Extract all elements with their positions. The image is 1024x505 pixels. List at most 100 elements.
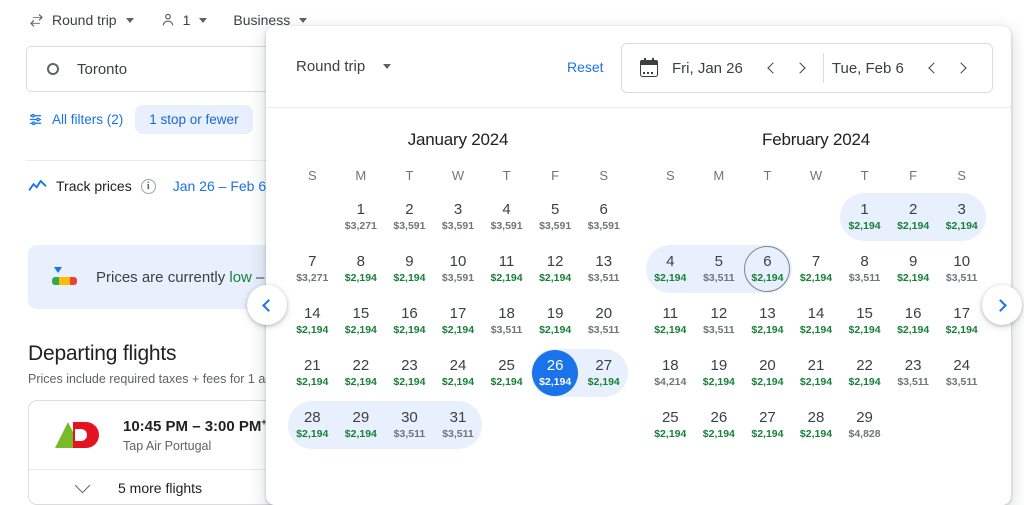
calendar-day-cell[interactable]: 11 $2,194 [482,245,531,293]
calendar-day-cell[interactable]: 3 $3,591 [434,193,483,241]
calendar-day-cell[interactable]: 29 $2,194 [336,401,386,449]
calendar-day-cell[interactable]: 5 $3,591 [531,193,580,241]
calendar-icon [640,58,658,77]
day-price: $3,511 [703,272,735,285]
calendar-day-cell[interactable]: 2 $2,194 [888,193,938,241]
calendar-day-cell[interactable]: 25 $2,194 [646,401,695,449]
all-filters-button[interactable]: All filters (2) [28,112,123,127]
next-month-button[interactable] [982,285,1022,325]
calendar-day-cell[interactable]: 19 $2,194 [531,297,580,345]
weekday-label: T [405,168,414,183]
calendar-day-cell[interactable]: 13 $2,194 [743,297,792,345]
calendar-day-cell[interactable]: 8 $2,194 [337,245,386,293]
previous-month-button[interactable] [247,285,287,325]
calendar-day-cell[interactable]: 10 $3,511 [937,245,986,293]
calendar-day-cell[interactable]: 2 $3,591 [385,193,434,241]
weekday-label: S [599,168,609,183]
calendar-day-cell[interactable]: 12 $3,511 [695,297,744,345]
reset-button[interactable]: Reset [567,59,604,75]
day-price: $2,194 [848,324,881,337]
calendar-empty-cell [937,401,986,449]
calendar-day-cell[interactable]: 20 $2,194 [743,349,792,397]
calendar-day-cell[interactable]: 27 $2,194 [579,349,628,397]
calendar-day-cell[interactable]: 21 $2,194 [288,349,337,397]
panel-trip-type-selector[interactable]: Round trip [296,58,392,75]
filter-chip-stops[interactable]: 1 stop or fewer [135,105,253,134]
calendar-day-cell[interactable]: 8 $3,511 [840,245,889,293]
calendar-day-cell[interactable]: 6 $2,194 [743,245,792,293]
calendar-day-cell[interactable]: 16 $2,194 [889,297,938,345]
calendar-day-cell[interactable]: 13 $3,511 [579,245,628,293]
day-content: 18 $3,511 [484,298,530,344]
calendar-day-cell[interactable]: 25 $2,194 [482,349,531,397]
calendar-day-cell[interactable]: 28 $2,194 [288,401,337,449]
day-content: 16 $2,194 [890,298,936,344]
calendar-day-cell[interactable]: 20 $3,511 [579,297,628,345]
calendar-day-cell[interactable]: 3 $2,194 [937,193,986,241]
calendar-day-cell[interactable]: 23 $3,511 [889,349,938,397]
weekday-label: F [551,168,560,183]
calendar-day-cell[interactable]: 15 $2,194 [337,297,386,345]
calendar-day-cell[interactable]: 29 $4,828 [840,401,889,449]
return-next-day-button[interactable] [948,53,978,83]
calendar-day-cell[interactable]: 9 $2,194 [889,245,938,293]
calendar-day-cell[interactable]: 22 $2,194 [840,349,889,397]
day-content: 8 $3,511 [842,246,888,292]
calendar-day-cell[interactable]: 11 $2,194 [646,297,695,345]
depart-date-value[interactable]: Fri, Jan 26 [672,60,743,77]
day-price: $3,591 [587,220,620,233]
calendar-day-cell[interactable]: 14 $2,194 [792,297,841,345]
calendar-day-cell[interactable]: 23 $2,194 [385,349,434,397]
depart-next-day-button[interactable] [787,53,817,83]
day-number: 13 [759,304,776,322]
calendar-day-cell[interactable]: 27 $2,194 [743,401,792,449]
trip-type-selector[interactable]: Round trip [28,12,134,29]
calendar-day-cell[interactable]: 19 $2,194 [695,349,744,397]
calendar-day-cell[interactable]: 21 $2,194 [792,349,841,397]
day-price: $2,194 [945,220,978,233]
calendar-day-cell[interactable]: 1 $2,194 [840,193,889,241]
calendar-day-cell[interactable]: 9 $2,194 [385,245,434,293]
calendar-day-cell[interactable]: 16 $2,194 [385,297,434,345]
calendar-day-cell[interactable]: 4 $3,591 [482,193,531,241]
track-prices-row: Track prices i Jan 26 – Feb 6, 2 [28,178,282,194]
calendar-day-cell[interactable]: 17 $2,194 [937,297,986,345]
day-number: 19 [546,304,564,322]
day-number: 13 [595,252,613,270]
weekday-label: M [355,168,367,183]
person-icon [160,12,176,28]
calendar-day-cell[interactable]: 12 $2,194 [531,245,580,293]
calendar-day-cell[interactable]: 18 $3,511 [482,297,531,345]
calendar-day-cell[interactable]: 17 $2,194 [434,297,483,345]
flight-details: 10:45 PM – 3:00 PM+1 Tap Air Portugal [123,417,272,453]
date-range-field: Fri, Jan 26 Tue, Feb 6 [621,43,993,93]
day-number: 26 [546,356,564,374]
calendar-day-cell[interactable]: 14 $2,194 [288,297,337,345]
calendar-day-cell[interactable]: 24 $3,511 [937,349,986,397]
calendar-day-cell[interactable]: 24 $2,194 [434,349,483,397]
calendar-day-cell[interactable]: 7 $3,271 [288,245,337,293]
calendar-day-cell[interactable]: 10 $3,591 [434,245,483,293]
calendar-day-cell[interactable]: 15 $2,194 [840,297,889,345]
day-price: $2,194 [654,272,687,285]
calendar-day-cell[interactable]: 30 $3,511 [385,401,434,449]
calendar-day-cell[interactable]: 5 $3,511 [694,245,744,293]
calendar-day-cell[interactable]: 31 $3,511 [433,401,483,449]
return-date-value[interactable]: Tue, Feb 6 [832,60,904,77]
return-prev-day-button[interactable] [918,53,948,83]
calendar-day-cell[interactable]: 6 $3,591 [579,193,628,241]
calendar-day-cell[interactable]: 26 $2,194 [695,401,744,449]
calendar-day-cell[interactable]: 18 $4,214 [646,349,695,397]
calendar-day-cell[interactable]: 22 $2,194 [337,349,386,397]
calendar-day-cell[interactable]: 26 $2,194 [530,349,580,397]
origin-value: Toronto [77,60,128,78]
day-content: 29 $2,194 [338,402,384,448]
calendar-day-cell[interactable]: 1 $3,271 [337,193,386,241]
passengers-selector[interactable]: 1 [160,12,208,28]
price-status-text: Prices are currently low – [96,268,265,286]
depart-prev-day-button[interactable] [757,53,787,83]
calendar-day-cell[interactable]: 28 $2,194 [792,401,841,449]
calendar-day-cell[interactable]: 7 $2,194 [792,245,841,293]
info-icon[interactable]: i [140,178,156,194]
calendar-day-cell[interactable]: 4 $2,194 [646,245,695,293]
